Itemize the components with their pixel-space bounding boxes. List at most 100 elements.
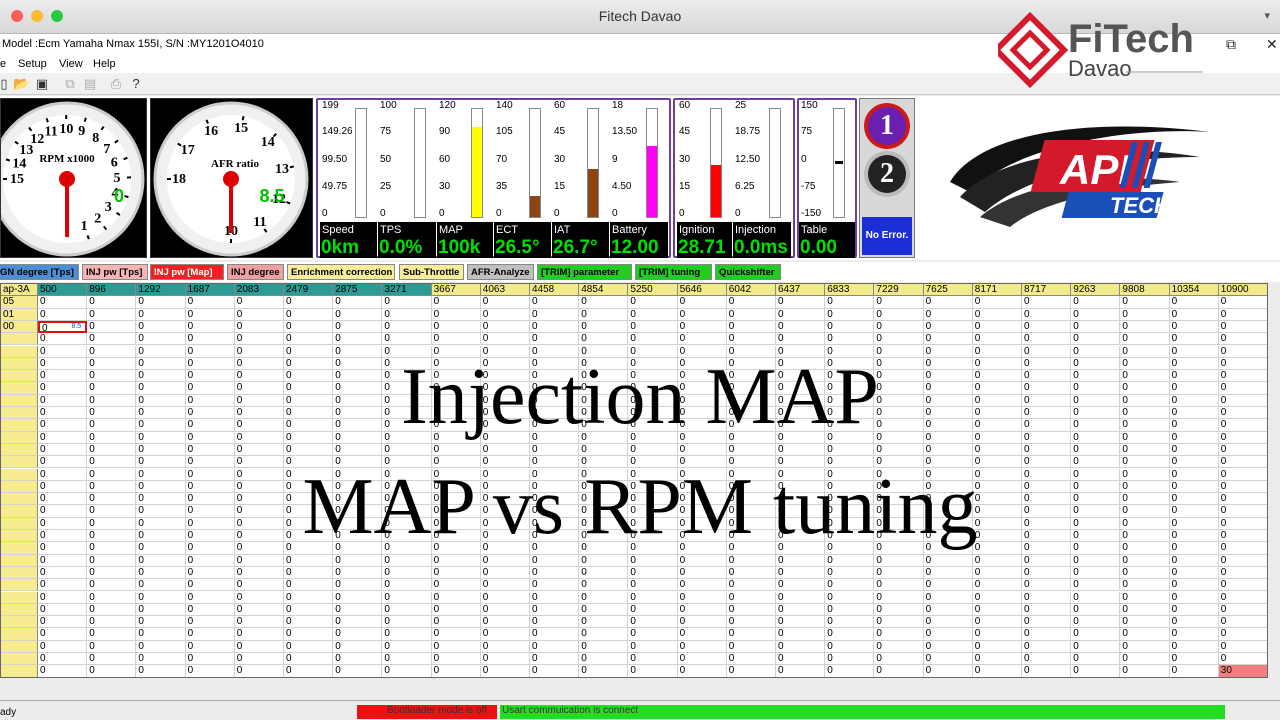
table-cell[interactable]: 0 [87,407,137,420]
table-cell[interactable]: 0 [628,394,678,407]
table-cell[interactable]: 0 [579,468,629,481]
table-cell[interactable]: 0 [825,530,875,543]
table-cell[interactable]: 0 [284,357,334,371]
table-cell[interactable]: 0 [726,308,776,321]
table-cell[interactable]: 0 [776,665,826,677]
map-row-header[interactable] [1,554,38,567]
table-cell[interactable]: 0 [1022,394,1072,407]
rpm-column-header[interactable]: 4854 [579,284,629,297]
rpm-column-header[interactable]: 6833 [825,284,875,297]
table-cell[interactable]: 0 [579,653,629,666]
table-cell[interactable]: 0 [972,431,1022,444]
table-cell[interactable]: 0 [874,431,924,444]
table-cell[interactable]: 0 [579,443,629,457]
table-cell[interactable]: 0 [628,431,678,444]
table-cell[interactable]: 0 [579,493,629,506]
table-cell[interactable]: 0 [1071,345,1121,358]
table-cell[interactable]: 0 [776,345,826,358]
table-cell[interactable]: 0 [136,419,186,432]
table-cell[interactable]: 0 [677,296,727,309]
table-cell[interactable]: 0 [234,468,284,481]
table-cell[interactable]: 0 [87,308,137,321]
map-row-header[interactable] [1,493,38,506]
table-cell[interactable]: 0 [628,554,678,567]
table-cell[interactable]: 0 [1120,443,1170,457]
table-cell[interactable]: 0 [923,566,973,580]
table-cell[interactable]: 0 [530,480,580,494]
table-cell[interactable]: 0 [726,333,776,346]
table-cell[interactable]: 0 [333,308,383,321]
table-cell[interactable]: 0 [579,394,629,407]
table-cell[interactable]: 0 [1218,345,1267,358]
table-cell[interactable]: 0 [382,431,432,444]
table-cell[interactable]: 0 [87,579,137,592]
table-cell[interactable]: 0 [185,357,235,371]
table-cell[interactable]: 0 [382,443,432,457]
table-cell[interactable]: 0 [284,579,334,592]
table-cell[interactable]: 0 [185,419,235,432]
table-cell[interactable]: 0 [382,468,432,481]
table-cell[interactable]: 0 [87,382,137,395]
table-cell[interactable]: 0 [185,468,235,481]
table-cell[interactable]: 0 [530,591,580,604]
table-cell[interactable]: 0 [1169,333,1219,346]
table-cell[interactable]: 0 [333,591,383,604]
table-cell[interactable]: 0 [1022,333,1072,346]
table-cell[interactable]: 0 [38,542,88,555]
map-row-header[interactable] [1,566,38,580]
table-cell[interactable]: 0 [726,296,776,309]
tab-inj-pw-map[interactable]: INJ pw [Map] [150,264,224,280]
table-cell[interactable]: 0 [530,566,580,580]
table-cell[interactable]: 0 [38,603,88,617]
table-cell[interactable]: 0 [333,456,383,469]
table-cell[interactable]: 0 [333,566,383,580]
table-cell[interactable]: 0 [480,530,530,543]
table-cell[interactable]: 0 [530,308,580,321]
table-cell[interactable]: 0 [87,370,137,383]
table-cell[interactable]: 0 [776,542,826,555]
table-cell[interactable]: 0 [874,493,924,506]
table-cell[interactable]: 0 [1022,419,1072,432]
table-cell[interactable]: 0 [972,370,1022,383]
table-cell[interactable]: 0 [579,382,629,395]
map-row-header[interactable]: 00 [1,320,38,334]
chevron-down-icon[interactable]: ▾ [1264,9,1270,22]
table-cell[interactable]: 0 [234,505,284,518]
table-cell[interactable]: 0 [284,530,334,543]
table-cell[interactable]: 0 [333,382,383,395]
table-cell[interactable]: 0 [726,665,776,677]
table-cell[interactable]: 0 [38,345,88,358]
table-cell[interactable]: 0 [825,566,875,580]
table-cell[interactable]: 0 [185,443,235,457]
table-cell[interactable]: 0 [628,468,678,481]
table-cell[interactable]: 0 [1071,603,1121,617]
table-cell[interactable]: 0 [972,628,1022,641]
table-cell[interactable]: 0 [431,320,481,334]
table-cell[interactable]: 0 [726,517,776,530]
table-cell[interactable]: 0 [677,493,727,506]
table-cell[interactable]: 0 [874,517,924,530]
table-cell[interactable]: 0 [480,579,530,592]
table-cell[interactable]: 0 [923,357,973,371]
map-row-header[interactable] [1,591,38,604]
table-cell[interactable]: 0 [333,603,383,617]
rpm-column-header[interactable]: 5250 [628,284,678,297]
rpm-column-header[interactable]: 9808 [1120,284,1170,297]
table-cell[interactable]: 0 [923,419,973,432]
map-row-header[interactable] [1,468,38,481]
table-cell[interactable]: 0 [1169,640,1219,653]
table-cell[interactable]: 0 [825,333,875,346]
table-cell[interactable]: 0 [382,493,432,506]
table-cell[interactable]: 0 [726,603,776,617]
table-cell[interactable]: 0 [480,542,530,555]
table-cell[interactable]: 0 [284,419,334,432]
table-cell[interactable]: 0 [825,579,875,592]
table-cell[interactable]: 0 [1169,296,1219,309]
table-cell[interactable]: 0 [874,616,924,629]
table-cell[interactable]: 0 [874,308,924,321]
table-cell[interactable]: 0 [1218,542,1267,555]
table-cell[interactable]: 0 [431,431,481,444]
table-cell[interactable]: 0 [185,554,235,567]
rpm-column-header[interactable]: 3667 [431,284,481,297]
table-cell[interactable]: 0 [1120,579,1170,592]
